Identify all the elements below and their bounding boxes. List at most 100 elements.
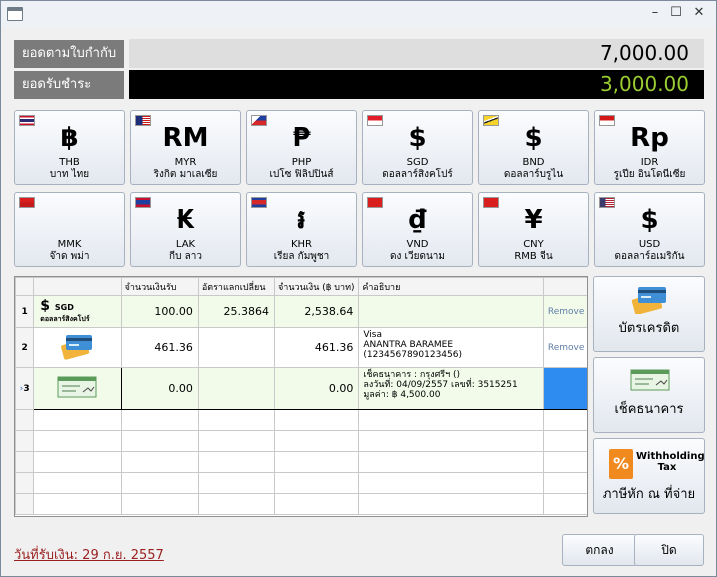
received-cell[interactable]: 100.00 xyxy=(120,295,199,328)
table-row[interactable]: 1 $ SGD ดอลลาร์สิงคโปร์ 100.00 25.3864 2… xyxy=(15,295,587,328)
currency-code: THB xyxy=(59,157,80,168)
ok-button[interactable]: ตกลง xyxy=(562,534,637,566)
credit-card-icon xyxy=(61,335,93,360)
maximize-button[interactable]: ☐ xyxy=(667,5,685,21)
currency-code: SGD xyxy=(54,303,74,312)
rate-cell[interactable] xyxy=(197,367,276,410)
received-total-amount: 3,000.00 xyxy=(129,70,704,99)
received-cell[interactable]: 461.36 xyxy=(120,327,199,368)
tax-word: Tax xyxy=(657,462,677,473)
currency-symbol: ₱ xyxy=(292,123,311,153)
currency-code: USD xyxy=(638,239,661,250)
currency-name: RMB จีน xyxy=(514,251,553,262)
row-number: 2 xyxy=(15,327,35,368)
currency-symbol: $ xyxy=(408,123,427,153)
currency-symbol: ៛ xyxy=(297,205,306,235)
currency-symbol: ฿ xyxy=(60,123,79,153)
description-line-3: มูลค่า: ฿ 4,500.00 xyxy=(363,390,441,400)
description-cell xyxy=(358,295,545,328)
currency-name: ริงกิต มาเลเซีย xyxy=(153,169,218,180)
currency-button-lak[interactable]: ₭ LAK กีบ ลาว xyxy=(130,192,241,267)
grid-header-description: คำอธิบาย xyxy=(358,277,545,296)
received-date-link[interactable]: วันที่รับเงิน: 29 ก.ย. 2557 xyxy=(14,544,164,565)
currency-button-mmk[interactable]: MMK จ๊าด พม่า xyxy=(14,192,125,267)
currency-icon-cell: $ SGD ดอลลาร์สิงคโปร์ xyxy=(33,295,122,328)
table-row[interactable]: 2 461.36 461.36 Visa ANANTRA BARAMEE (12… xyxy=(15,327,587,368)
remove-link[interactable] xyxy=(543,367,587,410)
currency-symbol: RM xyxy=(162,123,209,153)
currency-code: MYR xyxy=(174,157,197,168)
grid-header-icon xyxy=(33,277,122,296)
currency-button-sgd[interactable]: $ SGD ดอลลาร์สิงคโปร์ xyxy=(362,110,473,185)
rate-cell[interactable]: 25.3864 xyxy=(197,295,276,328)
payment-grid: จำนวนเงินรับ อัตราแลกเปลี่ยน จำนวนเงิน (… xyxy=(14,276,588,517)
close-window-button[interactable]: ✕ xyxy=(690,5,708,21)
withholding-word: Withholding xyxy=(636,451,705,462)
withholding-tax-label: ภาษีหัก ณ ที่จ่าย xyxy=(602,487,696,502)
currency-symbol: ₭ xyxy=(176,205,195,235)
currency-code: BND xyxy=(522,157,545,168)
description-cell: Visa ANANTRA BARAMEE (1234567890123456) xyxy=(358,327,545,368)
credit-card-icon xyxy=(631,287,666,314)
currency-name: บาท ไทย xyxy=(49,169,90,180)
amount-cell: 2,538.64 xyxy=(274,295,360,328)
currency-code: PHP xyxy=(291,157,312,168)
currency-code: SGD xyxy=(406,157,429,168)
empty-row xyxy=(15,493,587,515)
cheque-icon xyxy=(630,369,670,391)
currency-name: ดง เวียดนาม xyxy=(390,251,445,262)
currency-code: VND xyxy=(406,239,429,250)
currency-name: ดอลลาร์สิงคโปร์ xyxy=(382,169,453,180)
description-line-2: ลงวันที่: 04/09/2557 เลขที่: 3515251 xyxy=(363,380,518,390)
empty-row xyxy=(15,430,587,452)
empty-row xyxy=(15,472,587,494)
currency-button-cny[interactable]: ¥ CNY RMB จีน xyxy=(478,192,589,267)
currency-button-php[interactable]: ₱ PHP เปโซ ฟิลิปปินส์ xyxy=(246,110,357,185)
grid-header-rate: อัตราแลกเปลี่ยน xyxy=(197,277,276,296)
currency-name: ดอลลาร์บรูไน xyxy=(503,169,564,180)
invoice-total-amount: 7,000.00 xyxy=(129,39,704,68)
currency-code: IDR xyxy=(640,157,659,168)
currency-symbol: ₫ xyxy=(408,205,427,235)
grid-header: จำนวนเงินรับ อัตราแลกเปลี่ยน จำนวนเงิน (… xyxy=(15,277,587,296)
close-button[interactable]: ปิด xyxy=(634,534,704,566)
currency-symbol: $ xyxy=(640,205,659,235)
currency-name: รูเปีย อินโดนีเซีย xyxy=(613,169,686,180)
description-line-2: ANANTRA BARAMEE xyxy=(363,340,454,350)
currency-button-myr[interactable]: RM MYR ริงกิต มาเลเซีย xyxy=(130,110,241,185)
remove-link[interactable]: Remove xyxy=(543,327,587,368)
currency-button-thb[interactable]: ฿ THB บาท ไทย xyxy=(14,110,125,185)
dollar-icon: $ SGD xyxy=(40,299,120,315)
percent-icon: % xyxy=(609,449,633,479)
withholding-tax-badge: Withholding Tax xyxy=(636,451,705,473)
payment-icon-cell xyxy=(33,367,122,410)
rate-cell[interactable] xyxy=(197,327,276,368)
empty-row xyxy=(15,409,587,431)
remove-link[interactable]: Remove xyxy=(543,295,587,328)
grid-header-amount: จำนวนเงิน (฿ บาท) xyxy=(274,277,360,296)
amount-cell: 0.00 xyxy=(274,367,360,410)
app-icon xyxy=(7,7,23,21)
credit-card-button[interactable]: บัตรเครดิต xyxy=(593,276,705,352)
cheque-label: เช็คธนาคาร xyxy=(614,402,684,417)
table-row[interactable]: ›3 0.00 0.00 เช็คธนาคาร : กรุงศรีฯ () ลง… xyxy=(15,367,587,410)
currency-code: LAK xyxy=(175,239,196,250)
row-number: ›3 xyxy=(15,367,35,410)
row-number: 1 xyxy=(15,295,35,328)
currency-button-bnd[interactable]: $ BND ดอลลาร์บรูไน xyxy=(478,110,589,185)
currency-button-khr[interactable]: ៛ KHR เรียล กัมพูชา xyxy=(246,192,357,267)
currency-button-vnd[interactable]: ₫ VND ดง เวียดนาม xyxy=(362,192,473,267)
cheque-icon xyxy=(57,376,97,398)
payment-icon-cell xyxy=(33,327,122,368)
minimize-button[interactable]: – xyxy=(646,5,664,21)
currency-button-usd[interactable]: $ USD ดอลลาร์อเมริกัน xyxy=(594,192,705,267)
received-cell[interactable]: 0.00 xyxy=(120,367,199,410)
currency-code: KHR xyxy=(290,239,313,250)
cheque-button[interactable]: เช็คธนาคาร xyxy=(593,357,705,433)
myanmar-flag-icon xyxy=(19,197,35,208)
withholding-tax-button[interactable]: % Withholding Tax ภาษีหัก ณ ที่จ่าย xyxy=(593,438,705,514)
currency-button-idr[interactable]: Rp IDR รูเปีย อินโดนีเซีย xyxy=(594,110,705,185)
currency-name: ดอลลาร์สิงคโปร์ xyxy=(40,315,90,323)
payment-window: – ☐ ✕ ยอดตามใบกำกับ 7,000.00 ยอดรับชำระ … xyxy=(0,0,717,577)
currency-name: จ๊าด พม่า xyxy=(49,251,90,262)
